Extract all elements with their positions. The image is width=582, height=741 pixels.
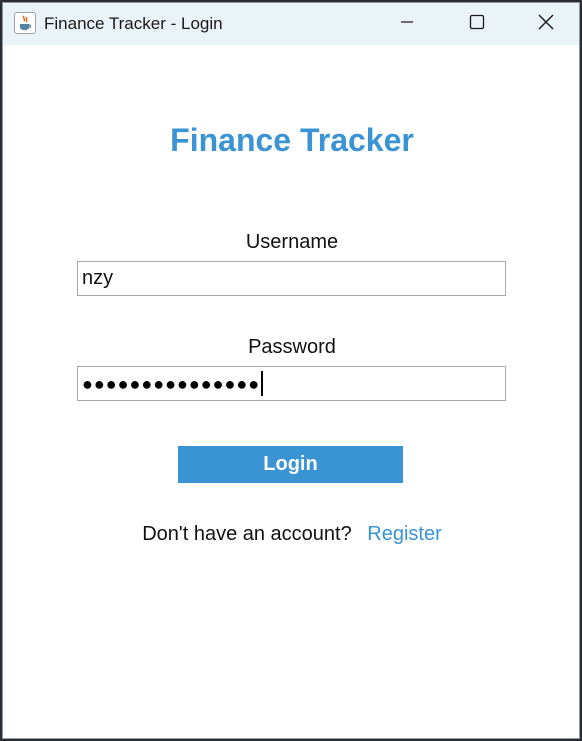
window-title: Finance Tracker - Login (44, 14, 223, 33)
minimize-icon (399, 14, 415, 35)
password-masked-value: ●●●●●●●●●●●●●●● (82, 373, 261, 394)
username-input[interactable]: nzy (77, 261, 506, 296)
close-button[interactable] (511, 3, 579, 45)
title-bar[interactable]: Finance Tracker - Login (3, 3, 579, 45)
login-window: Finance Tracker - Login Finance Tracker … (2, 2, 580, 739)
minimize-button[interactable] (372, 3, 442, 45)
login-form: Finance Tracker Username nzy Password ●●… (3, 45, 579, 738)
text-caret (261, 371, 264, 396)
maximize-button[interactable] (442, 3, 512, 45)
maximize-icon (469, 14, 485, 35)
register-row: Don't have an account? Register (3, 523, 579, 546)
password-label: Password (248, 336, 336, 358)
register-prompt: Don't have an account? (142, 523, 352, 545)
app-title: Finance Tracker (170, 122, 414, 158)
java-app-icon (14, 12, 36, 34)
username-label: Username (245, 231, 339, 253)
login-button[interactable]: Login (178, 446, 403, 483)
password-input[interactable]: ●●●●●●●●●●●●●●● (77, 366, 506, 401)
username-value: nzy (82, 267, 114, 289)
register-link[interactable]: Register (367, 523, 441, 545)
close-icon (537, 13, 555, 36)
